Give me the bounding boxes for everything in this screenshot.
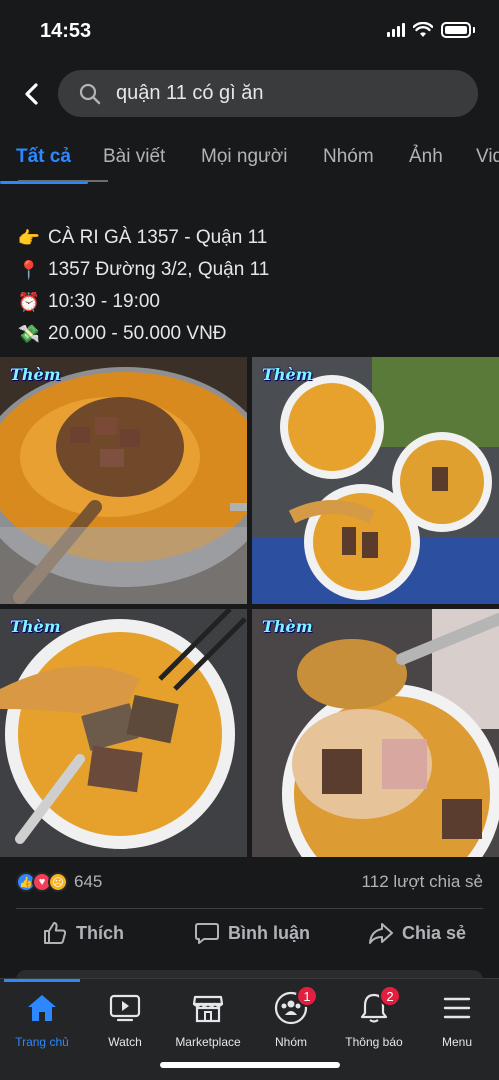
clipped-text-line [18, 176, 114, 184]
nav-watch[interactable]: Watch [83, 991, 167, 1049]
tab-photos[interactable]: Ảnh [409, 146, 443, 168]
tab-groups[interactable]: Nhóm [323, 146, 374, 168]
post-actions: Thích Bình luận Chia sẻ [0, 912, 499, 958]
spoon-curry-image [252, 609, 499, 857]
share-arrow-icon [369, 923, 393, 944]
search-input[interactable]: quận 11 có gì ăn [58, 70, 478, 117]
nav-watch-label: Watch [108, 1035, 142, 1049]
post-line-name: 👉 CÀ RI GÀ 1357 - Quận 11 [16, 222, 269, 254]
back-button[interactable] [14, 76, 50, 112]
comment-label: Bình luận [228, 922, 310, 943]
sad-reaction-icon: ☹ [48, 872, 68, 892]
share-count[interactable]: 112 lượt chia sẻ [362, 872, 483, 892]
share-button[interactable]: Chia sẻ [368, 920, 466, 946]
food-photo[interactable]: Thèm [0, 609, 247, 857]
groups-badge: 1 [296, 985, 318, 1007]
status-time: 14:53 [40, 20, 92, 42]
nav-marketplace[interactable]: Marketplace [166, 991, 250, 1049]
watch-icon [108, 991, 142, 1025]
post-photo-grid: Thèm Thèm Thèm Thèm [0, 357, 499, 857]
nav-menu[interactable]: Menu [415, 991, 499, 1049]
search-icon [79, 83, 101, 104]
restaurant-address: 1357 Đường 3/2, Quận 11 [48, 259, 270, 280]
notifications-badge: 2 [379, 985, 401, 1007]
thumbs-up-icon [44, 922, 67, 944]
restaurant-name: CÀ RI GÀ 1357 - Quận 11 [48, 227, 268, 248]
menu-icon [440, 991, 474, 1025]
money-icon: 💸 [17, 323, 41, 344]
post-line-hours: ⏰ 10:30 - 19:00 [16, 286, 269, 318]
food-photo[interactable]: Thèm [252, 357, 499, 604]
nav-notifications-label: Thông báo [345, 1035, 403, 1049]
alarm-clock-icon: ⏰ [17, 291, 41, 312]
groups-icon: 1 [274, 985, 318, 1025]
nav-notifications[interactable]: 2 Thông báo [332, 985, 416, 1049]
food-photo[interactable]: Thèm [252, 609, 499, 857]
status-bar: 14:53 [0, 0, 499, 64]
search-query: quận 11 có gì ăn [116, 82, 264, 104]
pin-icon: 📍 [17, 259, 41, 280]
tab-all[interactable]: Tất cả [16, 146, 71, 168]
comment-button[interactable]: Bình luận [194, 920, 310, 946]
chevron-left-icon [25, 83, 38, 105]
nav-groups-label: Nhóm [274, 1035, 307, 1049]
share-label: Chia sẻ [402, 922, 467, 943]
tab-posts[interactable]: Bài viết [103, 146, 165, 168]
battery-icon [441, 22, 471, 38]
reaction-summary[interactable]: 👍 ♥ ☹ 645 112 lượt chia sẻ [0, 868, 499, 898]
bell-icon: 2 [357, 985, 401, 1025]
nav-home[interactable]: Trang chủ [0, 991, 84, 1049]
cellular-signal-icon [387, 23, 405, 37]
comment-icon [195, 923, 219, 944]
home-indicator [160, 1062, 340, 1068]
photo-watermark: Thèm [10, 617, 61, 636]
like-label: Thích [76, 922, 124, 943]
tab-videos[interactable]: Vid [476, 146, 499, 168]
curry-pot-image [0, 357, 247, 604]
nav-marketplace-label: Marketplace [175, 1035, 241, 1049]
photo-watermark: Thèm [262, 617, 313, 636]
chicken-curry-bowl-image [0, 609, 247, 857]
post-line-price: 💸 20.000 - 50.000 VNĐ [16, 318, 269, 350]
nav-groups[interactable]: 1 Nhóm [249, 985, 333, 1049]
post-line-address: 📍 1357 Đường 3/2, Quận 11 [16, 254, 270, 286]
reaction-icons: 👍 ♥ ☹ 645 [16, 872, 102, 892]
nav-menu-label: Menu [441, 1035, 473, 1049]
divider [16, 908, 483, 909]
reaction-count: 645 [74, 872, 103, 891]
curry-bowls-image [252, 357, 499, 604]
photo-watermark: Thèm [262, 365, 313, 384]
food-photo[interactable]: Thèm [0, 357, 247, 604]
nav-home-label: Trang chủ [15, 1035, 69, 1049]
photo-watermark: Thèm [10, 365, 61, 384]
wifi-icon [413, 22, 433, 37]
price-range: 20.000 - 50.000 VNĐ [48, 323, 227, 344]
opening-hours: 10:30 - 19:00 [48, 291, 160, 312]
pointing-hand-icon: 👉 [17, 227, 41, 248]
battery-tip [473, 27, 475, 33]
search-header: quận 11 có gì ăn [0, 70, 499, 118]
status-icons [387, 22, 475, 38]
like-button[interactable]: Thích [42, 920, 124, 946]
marketplace-icon [191, 991, 225, 1025]
tab-people[interactable]: Mọi người [201, 146, 287, 168]
nav-active-indicator [4, 979, 80, 982]
post-text: 👉 CÀ RI GÀ 1357 - Quận 11 📍 1357 Đường 3… [16, 222, 270, 350]
home-icon [25, 991, 59, 1025]
